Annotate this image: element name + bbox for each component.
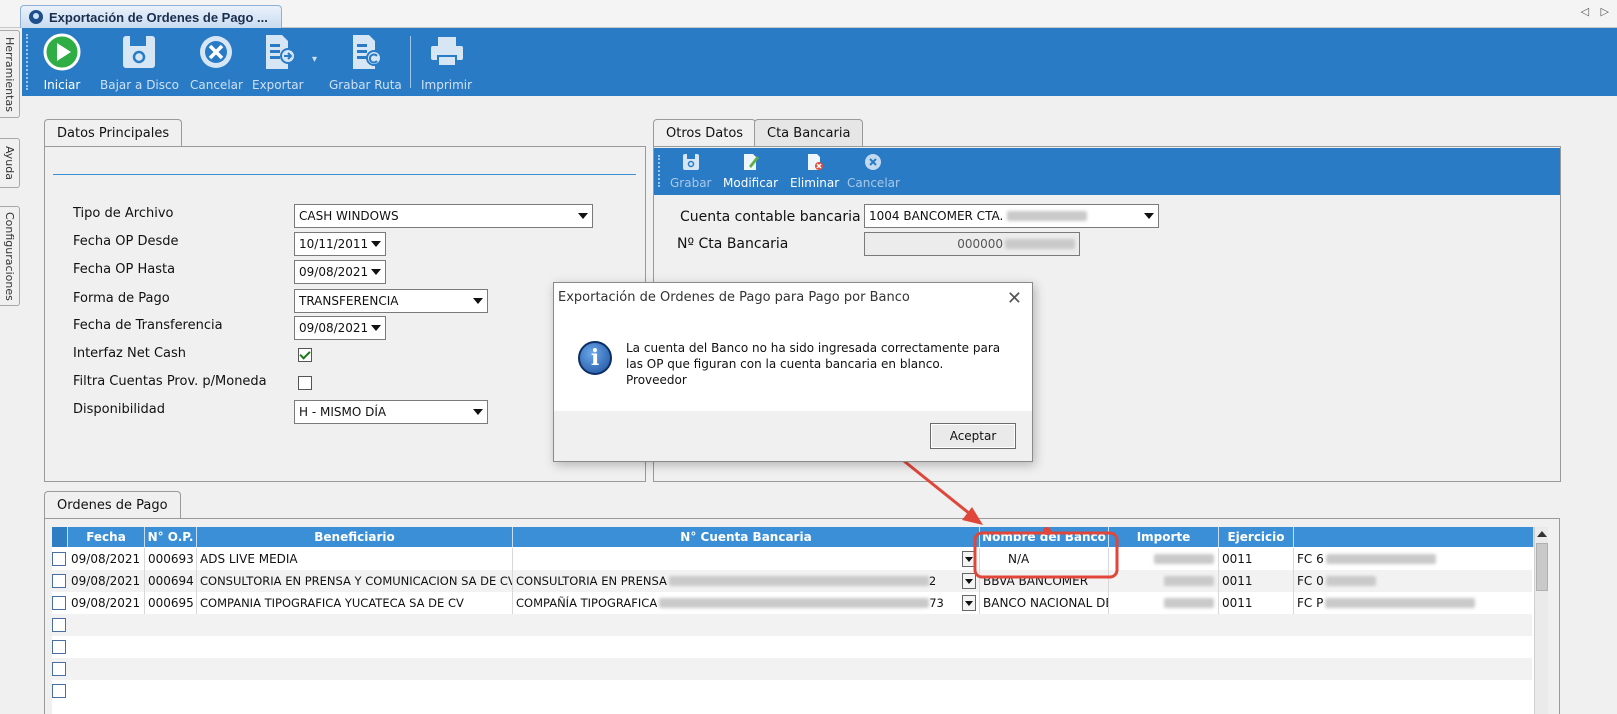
dialog-title: Exportación de Ordenes de Pago para Pago… xyxy=(558,290,910,305)
annotation-highlight-box xyxy=(973,531,1119,579)
aceptar-button[interactable]: Aceptar xyxy=(930,423,1016,449)
message-dialog: Exportación de Ordenes de Pago para Pago… xyxy=(553,282,1033,462)
info-icon xyxy=(578,341,612,375)
close-icon[interactable]: ✕ xyxy=(1007,288,1022,309)
dialog-footer: Aceptar xyxy=(554,411,1032,461)
annotation-dot xyxy=(1043,527,1051,535)
dialog-message: La cuenta del Banco no ha sido ingresada… xyxy=(626,341,1001,387)
